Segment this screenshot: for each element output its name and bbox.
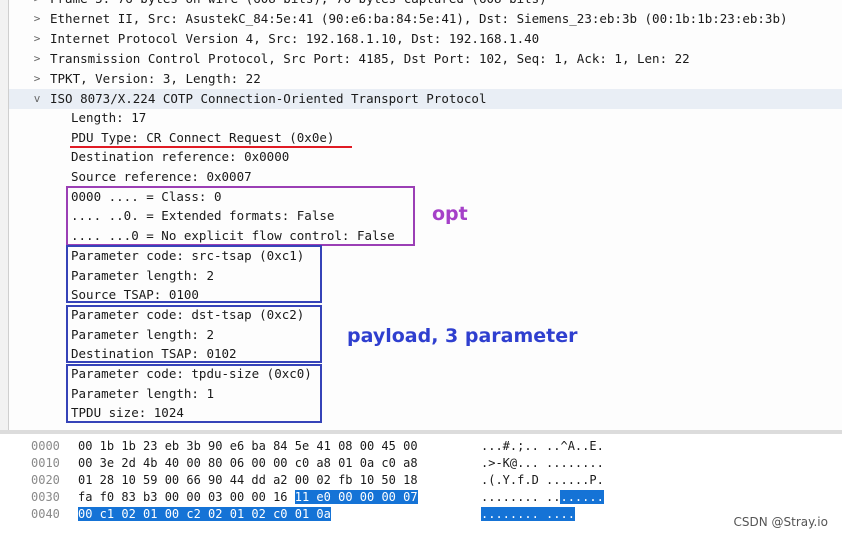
expand-arrow-icon[interactable]: > [30,9,44,29]
src-tsap-annotation-box [66,245,322,303]
hex-selection: 11 e0 00 00 00 07 [294,490,418,504]
hex-bytes: 00 3e 2d 4b 40 00 80 06 00 00 c0 a8 01 0… [78,456,418,470]
hex-bytes: 01 28 10 59 00 66 90 44 dd a2 00 02 fb 1… [78,473,418,487]
tree-row-cotp[interactable]: v ISO 8073/X.224 COTP Connection-Oriente… [0,89,842,109]
expand-arrow-icon[interactable]: > [30,29,44,49]
cotp-field-length[interactable]: Length: 17 [71,108,146,128]
ascii-selection: ...... [560,490,604,504]
hex-ascii: .>-K@... ........ [481,456,604,470]
hex-offset: 0020 [31,473,60,487]
packet-bytes-pane[interactable]: 0000 00 1b 1b 23 eb 3b 90 e6 ba 84 5e 41… [0,434,842,539]
ascii-selection: ........ .... [481,507,575,521]
hex-offset: 0010 [31,456,60,470]
expand-arrow-icon[interactable]: > [30,69,44,89]
packet-details-pane[interactable]: > Frame 5: 76 bytes on wire (608 bits), … [0,0,842,430]
tree-row-label: TPKT, Version: 3, Length: 22 [50,71,261,86]
tree-row-label: Transmission Control Protocol, Src Port:… [50,51,690,66]
hex-selection: 00 c1 02 01 00 c2 02 01 02 c0 01 0a [78,507,331,521]
hex-offset: 0030 [31,490,60,504]
watermark: CSDN @Stray.io [733,515,828,529]
hex-ascii: ...#.;.. ..^A..E. [481,439,604,453]
tree-row-ethernet[interactable]: > Ethernet II, Src: AsustekC_84:5e:41 (9… [0,9,842,29]
hex-offset: 0000 [31,439,60,453]
cotp-field-pdu-type[interactable]: PDU Type: CR Connect Request (0x0e) [71,128,334,148]
tree-row-label: Internet Protocol Version 4, Src: 192.16… [50,31,540,46]
tree-row-label: Frame 5: 76 bytes on wire (608 bits), 76… [50,0,547,9]
cotp-field-dst-ref[interactable]: Destination reference: 0x0000 [71,147,289,167]
tree-row-tpkt[interactable]: > TPKT, Version: 3, Length: 22 [0,69,842,89]
pdu-type-underline [70,146,352,148]
expand-arrow-icon[interactable]: > [30,49,44,69]
opt-annotation-box [66,186,415,246]
tree-row-tcp[interactable]: > Transmission Control Protocol, Src Por… [0,49,842,69]
tpdu-size-annotation-box [66,364,322,423]
expand-arrow-icon[interactable]: > [30,0,44,9]
tree-row-label: Ethernet II, Src: AsustekC_84:5e:41 (90:… [50,11,788,26]
tree-row-ipv4[interactable]: > Internet Protocol Version 4, Src: 192.… [0,29,842,49]
hex-ascii: .(.Y.f.D ......P. [481,473,604,487]
dst-tsap-annotation-box [66,305,322,363]
opt-annotation-label: opt [432,203,468,225]
cotp-field-src-ref[interactable]: Source reference: 0x0007 [71,167,252,187]
hex-offset: 0040 [31,507,60,521]
collapse-arrow-icon[interactable]: v [30,89,44,109]
payload-annotation-label: payload, 3 parameter [347,325,578,347]
tree-row-frame[interactable]: > Frame 5: 76 bytes on wire (608 bits), … [0,0,842,9]
hex-bytes: 00 1b 1b 23 eb 3b 90 e6 ba 84 5e 41 08 0… [78,439,418,453]
hex-ascii: ........ ........ [481,490,604,504]
hex-bytes: 00 c1 02 01 00 c2 02 01 02 c0 01 0a [78,506,331,523]
hex-bytes: fa f0 83 b3 00 00 03 00 00 16 11 e0 00 0… [78,490,418,504]
hex-ascii: ........ .... [481,506,575,523]
tree-row-label: ISO 8073/X.224 COTP Connection-Oriented … [50,91,487,106]
